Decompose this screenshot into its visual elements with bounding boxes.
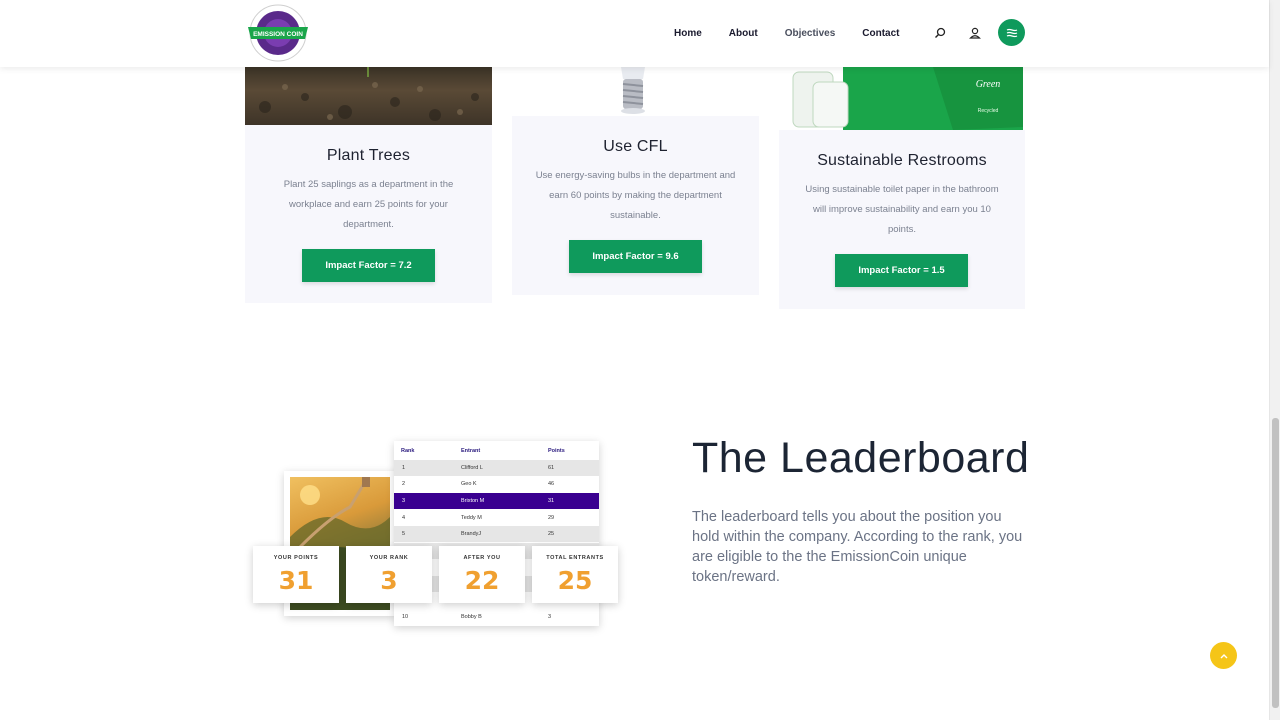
cell-entrant: Teddy M bbox=[461, 515, 482, 521]
site-header: EMISSION COIN Home About Objectives Cont… bbox=[0, 0, 1269, 67]
cell-points: 25 bbox=[548, 531, 555, 537]
restroom-product-image: Green Recycled bbox=[783, 67, 1023, 130]
menu-button[interactable] bbox=[998, 19, 1025, 46]
nav-about[interactable]: About bbox=[729, 28, 758, 39]
nav-home[interactable]: Home bbox=[674, 28, 702, 39]
plant-trees-image bbox=[245, 67, 492, 125]
cell-rank: 4 bbox=[402, 515, 406, 521]
stat-your-rank: YOUR RANK 3 bbox=[346, 546, 432, 603]
card-use-cfl: Use CFL Use energy-saving bulbs in the d… bbox=[512, 116, 759, 295]
card-title: Plant Trees bbox=[326, 147, 411, 164]
impact-factor-button[interactable]: Impact Factor = 7.2 bbox=[302, 249, 435, 282]
leaderboard-description: The leaderboard tells you about the posi… bbox=[692, 509, 1023, 585]
card-plant-trees: Plant Trees Plant 25 saplings as a depar… bbox=[245, 125, 492, 303]
card-text: Use energy-saving bulbs in the departmen… bbox=[535, 170, 736, 221]
cell-points: 31 bbox=[548, 498, 555, 504]
page-scrollbar[interactable] bbox=[1269, 0, 1280, 720]
cell-rank: 10 bbox=[402, 614, 409, 620]
user-icon[interactable] bbox=[966, 24, 984, 42]
cell-entrant: Brixton M bbox=[461, 498, 485, 504]
restroom-label: Recycled bbox=[978, 108, 999, 114]
cell-rank: 2 bbox=[402, 481, 406, 487]
header-points: Points bbox=[548, 448, 565, 454]
cell-entrant: Bobby B bbox=[461, 614, 482, 620]
nav-objectives[interactable]: Objectives bbox=[785, 28, 836, 39]
cell-entrant: BrandyJ bbox=[461, 531, 482, 537]
stat-label: AFTER YOU bbox=[463, 555, 501, 561]
stat-label: YOUR RANK bbox=[369, 555, 409, 561]
table-row: 1 Clifford L 61 bbox=[394, 460, 599, 476]
card-sustainable-restrooms: Sustainable Restrooms Using sustainable … bbox=[779, 130, 1025, 309]
table-row: 2 Geo K 46 bbox=[394, 476, 599, 492]
stat-value: 22 bbox=[464, 566, 500, 595]
stat-label: TOTAL ENTRANTS bbox=[546, 555, 604, 561]
stat-total-entrants: TOTAL ENTRANTS 25 bbox=[532, 546, 618, 603]
restroom-brand: Green bbox=[976, 79, 1001, 90]
nav-contact[interactable]: Contact bbox=[862, 28, 899, 39]
impact-factor-button[interactable]: Impact Factor = 1.5 bbox=[835, 254, 968, 287]
cell-rank: 3 bbox=[402, 498, 406, 504]
stat-your-points: YOUR POINTS 31 bbox=[253, 546, 339, 603]
header-rank: Rank bbox=[401, 448, 415, 454]
card-text: Using sustainable toilet paper in the ba… bbox=[805, 184, 999, 235]
cfl-bulb-image bbox=[603, 67, 663, 117]
card-title: Sustainable Restrooms bbox=[817, 152, 987, 169]
logo-text: EMISSION COIN bbox=[253, 31, 303, 38]
cell-rank: 1 bbox=[402, 465, 406, 471]
stat-after-you: AFTER YOU 22 bbox=[439, 546, 525, 603]
cell-points: 46 bbox=[548, 481, 555, 487]
cell-rank: 5 bbox=[402, 531, 406, 537]
cell-points: 61 bbox=[548, 465, 555, 471]
header-entrant: Entrant bbox=[461, 448, 481, 454]
cell-points: 29 bbox=[548, 515, 555, 521]
table-row-highlighted: 3 Brixton M 31 bbox=[394, 493, 599, 509]
chevron-up-icon bbox=[1220, 653, 1227, 658]
impact-factor-button[interactable]: Impact Factor = 9.6 bbox=[569, 240, 702, 273]
cell-points: 3 bbox=[548, 614, 552, 620]
cell-entrant: Clifford L bbox=[461, 465, 483, 471]
stat-value: 31 bbox=[278, 566, 314, 595]
menu-icon bbox=[1006, 28, 1017, 37]
table-header: Rank Entrant Points bbox=[394, 443, 599, 459]
stat-value: 3 bbox=[380, 566, 398, 595]
table-row: 10 Bobby B 3 bbox=[394, 609, 599, 625]
stat-label: YOUR POINTS bbox=[273, 555, 319, 561]
table-row: 5 BrandyJ 25 bbox=[394, 526, 599, 542]
scrollbar-thumb[interactable] bbox=[1272, 418, 1279, 708]
main-nav: Home About Objectives Contact bbox=[674, 0, 900, 67]
emission-coin-logo[interactable]: EMISSION COIN bbox=[245, 3, 311, 63]
card-text: Plant 25 saplings as a department in the… bbox=[283, 179, 454, 230]
back-to-top-button[interactable] bbox=[1210, 642, 1237, 669]
search-icon[interactable] bbox=[931, 24, 949, 42]
table-row: 4 Teddy M 29 bbox=[394, 510, 599, 526]
stat-value: 25 bbox=[557, 566, 593, 595]
cell-entrant: Geo K bbox=[461, 481, 477, 487]
leaderboard-title: The Leaderboard bbox=[692, 434, 1030, 482]
card-title: Use CFL bbox=[603, 138, 668, 155]
